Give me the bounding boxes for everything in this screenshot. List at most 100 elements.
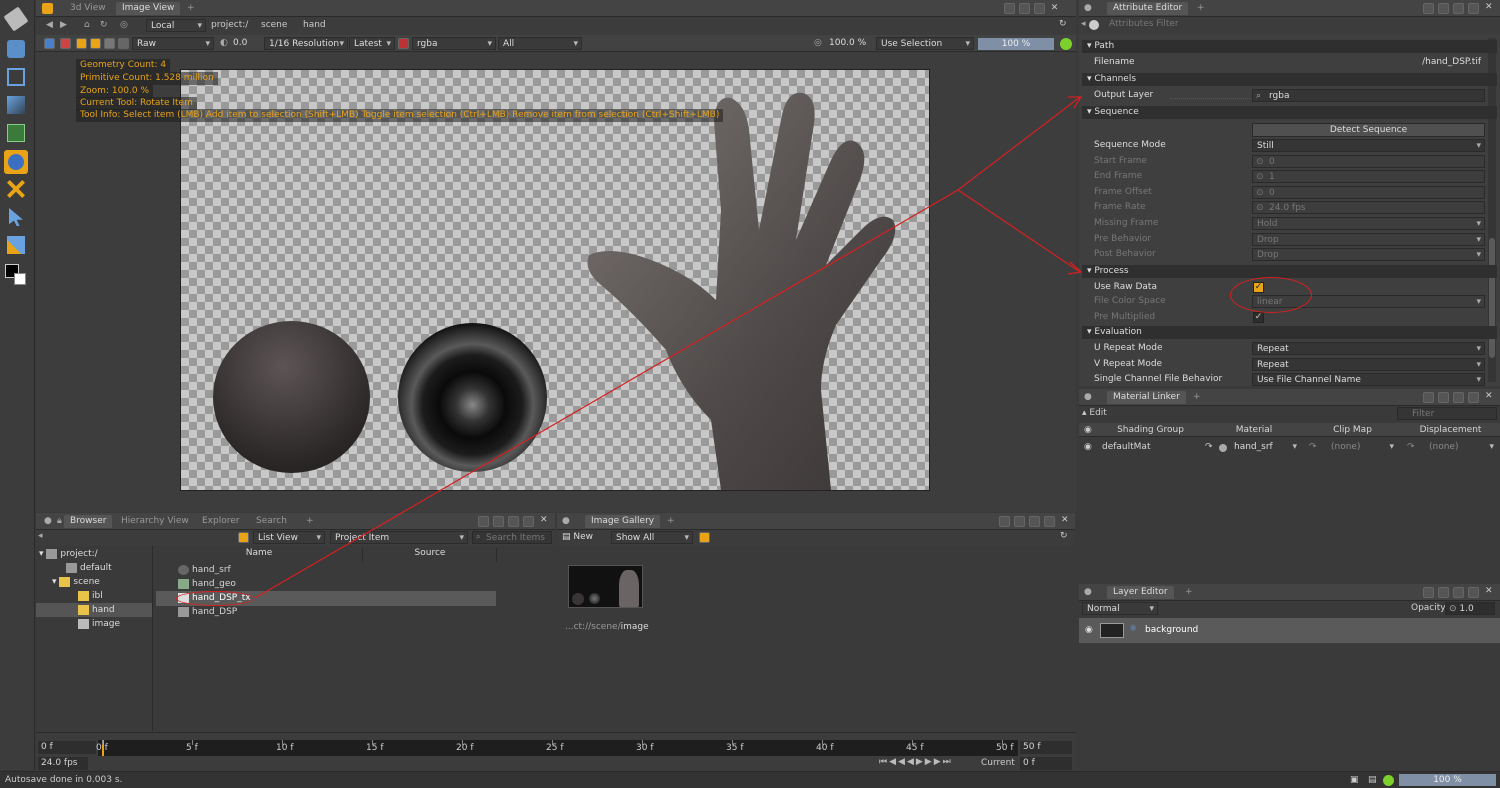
timeline-end-field[interactable]: 50 f [1020,741,1072,754]
status-light-icon[interactable] [1383,775,1394,786]
pre-behavior-select[interactable]: Drop [1252,233,1485,246]
gallery-add-tab-button[interactable]: + [661,515,681,528]
start-frame-field[interactable]: ⊙ 0 [1252,155,1485,168]
browser-close-icon[interactable]: ✕ [540,515,548,525]
clip-link-icon[interactable]: ↷ [1309,442,1317,452]
resolution-dropdown[interactable]: 1/16 Resolution [264,37,348,50]
attr-filter-input[interactable]: Attributes Filter [1109,19,1179,29]
select-arrow-icon[interactable] [9,208,23,226]
home-icon[interactable]: ⌂ [84,20,90,30]
browser-menu-icon[interactable]: ● [44,516,52,526]
display-toggle-icon[interactable] [118,38,129,49]
tree-item-default[interactable]: default [66,561,112,575]
col-displacement[interactable]: Displacement [1401,425,1500,435]
layer-dropdown[interactable]: All [498,37,582,50]
forward-icon[interactable]: ▶ [60,20,67,30]
gallery-float-icon[interactable] [1014,516,1025,527]
section-evaluation[interactable]: Evaluation [1082,326,1497,339]
new-button[interactable]: ▤ New [562,532,593,542]
linker-add-tab-button[interactable]: + [1187,391,1207,404]
filename-field[interactable]: /hand_DSP.tif [1245,56,1485,69]
attr-menu-icon[interactable]: ● [1084,3,1092,13]
breadcrumb-root[interactable]: project:/ [211,20,248,30]
u-repeat-select[interactable]: Repeat [1252,342,1485,355]
linker-float-icon[interactable] [1438,392,1449,403]
tab-material-linker[interactable]: Material Linker [1107,391,1186,404]
linker-close-icon[interactable]: ✕ [1485,391,1493,401]
gallery-thumbnail[interactable] [568,565,643,608]
col-source[interactable]: Source [364,548,497,562]
render-status-icon[interactable] [1060,38,1072,50]
linker-split-icon[interactable] [1423,392,1434,403]
version-dropdown[interactable]: Latest [349,37,395,50]
add-tab-button[interactable]: + [181,2,201,15]
checker-toggle-icon[interactable] [60,38,71,49]
image-icon[interactable] [7,124,25,142]
output-layer-field[interactable]: ⌕ rgba [1252,89,1485,102]
browser-add-tab-button[interactable]: + [300,515,320,528]
layer-close-icon[interactable]: ✕ [1485,586,1493,596]
current-field[interactable]: 0 f [1020,757,1072,770]
gallery-minimize-icon[interactable] [1044,516,1055,527]
status-log-icon[interactable]: ▤ [1368,775,1377,785]
float-icon[interactable] [1019,3,1030,14]
linker-maximize-icon[interactable] [1453,392,1464,403]
frame-rate-field[interactable]: ⊙ 24.0 fps [1252,201,1485,214]
project-item-dropdown[interactable]: Project Item [330,531,468,544]
grid-toggle-icon[interactable] [76,38,87,49]
fps-field[interactable]: 24.0 fps [38,757,88,770]
layer-name[interactable]: background [1145,625,1198,635]
lock-nav-icon[interactable]: ◎ [120,20,128,30]
disp-link-icon[interactable]: ↷ [1407,442,1415,452]
list-item[interactable]: hand_srf [178,563,231,578]
col-name[interactable]: Name [156,548,363,562]
linker-menu-icon[interactable]: ● [1084,392,1092,402]
gallery-menu-icon[interactable]: ● [562,516,570,526]
status-tool-icon[interactable]: ▣ [1350,775,1359,785]
stamp-icon[interactable] [7,40,25,58]
tree-item-ibl[interactable]: ibl [78,589,103,603]
linker-filter-input[interactable]: Filter [1397,407,1497,420]
image-canvas[interactable] [180,69,930,491]
attr-nav-icon[interactable]: ◂ [1081,19,1086,29]
rotate-item-icon[interactable] [4,150,28,174]
gallery-split-icon[interactable] [999,516,1010,527]
overlay-toggle-icon[interactable] [104,38,115,49]
tree-item-hand[interactable]: hand [36,603,152,617]
browser-search-input[interactable]: Search Items [472,531,552,544]
browser-split-icon[interactable] [478,516,489,527]
v-repeat-select[interactable]: Repeat [1252,358,1485,371]
section-channels[interactable]: Channels [1082,73,1497,86]
layer-menu-icon[interactable]: ● [1084,587,1092,597]
refresh-icon[interactable]: ↻ [1059,19,1067,29]
gallery-option-icon[interactable] [699,532,710,543]
zoom-value[interactable]: 100.0 % [829,38,866,48]
browser-float-icon[interactable] [493,516,504,527]
list-item[interactable]: hand_DSP [178,605,237,620]
attr-maximize-icon[interactable] [1453,3,1464,14]
eraser-icon[interactable] [3,6,29,32]
material-link-icon[interactable]: ↷ [1205,442,1213,452]
tab-image-view[interactable]: Image View [116,2,181,15]
attr-add-tab-button[interactable]: + [1191,2,1211,15]
tab-attribute-editor[interactable]: Attribute Editor [1107,2,1189,15]
linker-minimize-icon[interactable] [1468,392,1479,403]
end-frame-field[interactable]: ⊙ 1 [1252,170,1485,183]
list-item[interactable]: hand_geo [178,577,236,592]
split-icon[interactable] [1004,3,1015,14]
collapse-icon[interactable]: ◂ [38,531,43,541]
show-all-dropdown[interactable]: Show All [611,531,693,544]
gallery-refresh-icon[interactable]: ↻ [1060,531,1068,541]
attr-float-icon[interactable] [1438,3,1449,14]
layer-eye-icon[interactable]: ◉ [1085,625,1093,635]
tab-image-gallery[interactable]: Image Gallery [585,515,661,528]
col-shading-group[interactable]: Shading Group [1097,425,1204,435]
gallery-maximize-icon[interactable] [1029,516,1040,527]
browser-maximize-icon[interactable] [508,516,519,527]
color-swatch-bg-icon[interactable] [14,273,26,285]
layer-maximize-icon[interactable] [1453,587,1464,598]
detect-sequence-button[interactable]: Detect Sequence [1252,123,1485,137]
tab-explorer[interactable]: Explorer [196,515,245,528]
attr-split-icon[interactable] [1423,3,1434,14]
maximize-icon[interactable] [1034,3,1045,14]
